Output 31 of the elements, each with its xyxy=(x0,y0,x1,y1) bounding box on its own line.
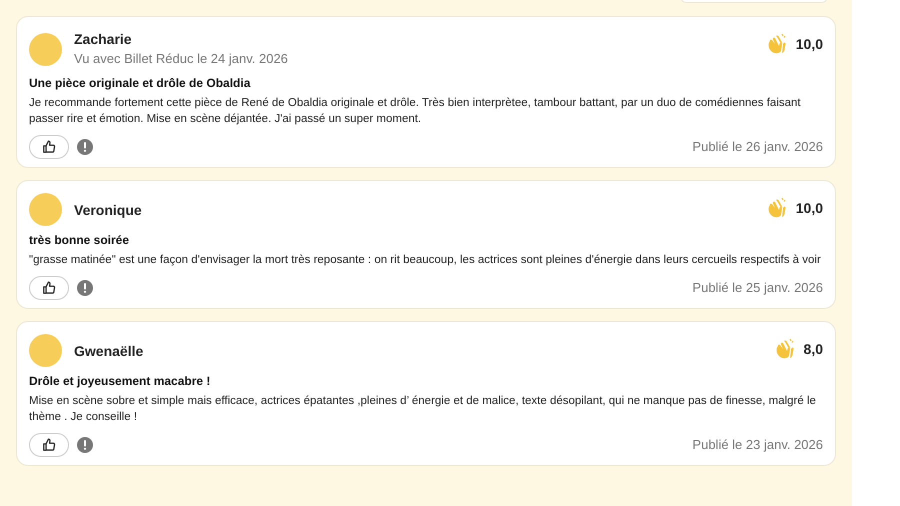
thumbs-up-icon xyxy=(42,438,56,452)
review-text: "grasse matinée" est une façon d'envisager la mort très reposante : on rit beaucoup, les actrices sont pleines d'énergie dans leurs cercueils respectifs à voir xyxy=(29,253,822,268)
publish-date: Publié le 26 janv. 2026 xyxy=(692,138,823,156)
report-button[interactable] xyxy=(77,437,93,453)
rating-score: 8,0 xyxy=(804,340,823,358)
publish-date: Publié le 23 janv. 2026 xyxy=(692,436,823,454)
viewing-info: Vu avec Billet Réduc le 24 janv. 2026 xyxy=(74,50,288,68)
exclamation-icon xyxy=(83,142,87,152)
like-button[interactable] xyxy=(29,135,69,159)
thumbs-up-icon xyxy=(42,281,56,295)
exclamation-icon xyxy=(83,283,87,293)
thumbs-up-icon xyxy=(42,140,56,154)
publish-date: Publié le 25 janv. 2026 xyxy=(692,279,823,298)
review-text: Mise en scène sobre et simple mais efficace, actrices épatantes ,pleines d’ énergie et de malice, texte désopilant, qui ne manque pas de finesse, malgré le thème . Je conseille ! xyxy=(29,394,817,425)
like-button[interactable] xyxy=(29,433,69,457)
review-title: Drôle et joyeusement macabre ! xyxy=(29,373,212,390)
rating-score: 10,0 xyxy=(796,34,823,54)
reviewer-name: Zacharie xyxy=(74,30,133,49)
reviewer-name: Veronique xyxy=(74,200,142,220)
review-title: très bonne soirée xyxy=(29,232,130,249)
avatar xyxy=(29,334,62,367)
exclamation-icon xyxy=(83,440,87,450)
avatar xyxy=(29,193,62,226)
avatar xyxy=(29,32,62,66)
report-button[interactable] xyxy=(77,280,93,296)
rating-score: 10,0 xyxy=(796,198,823,218)
report-button[interactable] xyxy=(77,139,93,155)
reviewer-name: Gwenaëlle xyxy=(74,342,144,360)
like-button[interactable] xyxy=(29,276,69,300)
review-text: Je recommande fortement cette pièce de René de Obaldia originale et drôle. Très bien interprètee, tambour battant, par un duo de comédiennes faisant passer rire et émotion. Mise en scène déjantée. J'ai passé un super moment. xyxy=(29,96,802,127)
review-title: Une pièce originale et drôle de Obaldia xyxy=(29,75,252,92)
